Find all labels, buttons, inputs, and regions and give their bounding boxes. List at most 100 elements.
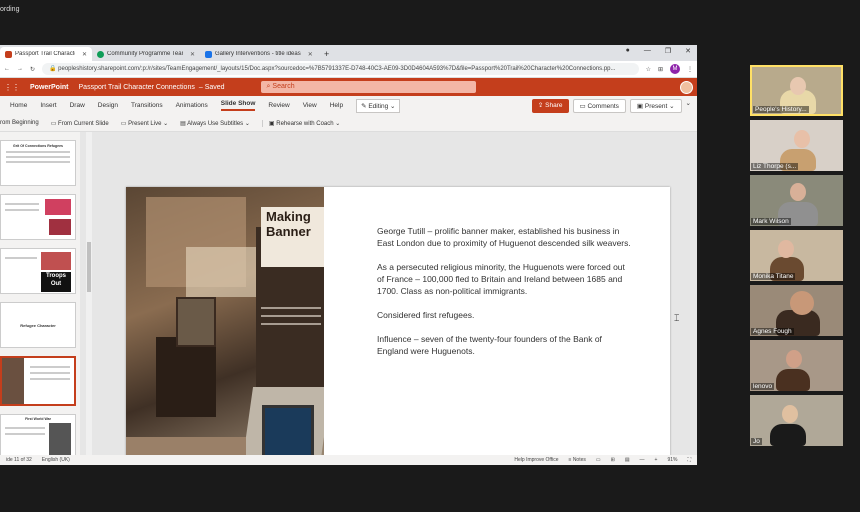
rehearse-with-coach-button[interactable]: ▣ Rehearse with Coach ⌄ <box>261 119 340 127</box>
banner-title: Making Banner <box>266 209 311 239</box>
menu-icon[interactable]: ⋮ <box>687 66 693 73</box>
language[interactable]: English (UK) <box>42 457 70 463</box>
thumbnail-scrollbar[interactable] <box>86 132 92 455</box>
tab-design[interactable]: Design <box>98 102 118 109</box>
minimize-icon[interactable]: — <box>644 47 651 55</box>
app-launcher-icon[interactable]: ⋮⋮ <box>4 83 20 92</box>
help-improve-office[interactable]: Help Improve Office <box>514 457 558 463</box>
user-avatar[interactable] <box>680 80 693 94</box>
extension-icon[interactable]: ⊞ <box>658 66 663 73</box>
present-icon: ▣ <box>636 103 645 110</box>
status-bar: ide 11 of 32 English (UK) Help Improve O… <box>0 455 697 465</box>
browser-tabbar: Passport Trail Character Connec ✕ Commun… <box>0 45 697 61</box>
tab-home[interactable]: Home <box>10 102 27 109</box>
doc-title[interactable]: Passport Trail Character Connections <box>79 84 195 91</box>
record-icon[interactable]: ● <box>626 47 630 55</box>
app-name[interactable]: PowerPoint <box>30 84 69 91</box>
editor-workspace: Grit Of Connections Refugees Troops Out … <box>0 132 697 465</box>
participant-name: Mark Wilson <box>751 218 791 225</box>
tab-transitions[interactable]: Transitions <box>131 102 163 109</box>
editing-mode-button[interactable]: ✎ Editing ⌄ <box>356 98 401 113</box>
slide-thumbnail[interactable]: Troops Out <box>0 248 76 294</box>
search-input[interactable]: ⌕ Search <box>260 81 476 93</box>
browser-tab-2[interactable]: Community Programme Team D ✕ <box>92 47 200 61</box>
slide-thumbnail[interactable]: Refugee Character <box>0 302 76 348</box>
from-current-slide-button[interactable]: ▭ From Current Slide <box>51 120 109 127</box>
notes-button[interactable]: ≡ Notes <box>569 457 586 463</box>
slide-icon: ▭ <box>50 120 59 127</box>
participant-head <box>778 240 794 258</box>
participant-head <box>782 405 798 423</box>
slide-paragraph: As a persecuted religious minority, the … <box>377 262 625 296</box>
tab-label: Community Programme Team D <box>107 51 183 57</box>
tab-help[interactable]: Help <box>330 102 343 109</box>
tab-animations[interactable]: Animations <box>176 102 208 109</box>
share-button[interactable]: ⇪ Share <box>531 99 569 113</box>
sorter-view-icon[interactable]: ⊞ <box>611 457 615 463</box>
slide-thumbnail-selected[interactable] <box>0 356 76 406</box>
participant-name: People's History... <box>753 106 809 113</box>
participant-name: Jo <box>751 438 762 445</box>
close-icon[interactable]: ✕ <box>190 51 195 58</box>
participant-video[interactable]: Liz Thorpe (s... <box>750 120 843 171</box>
participant-head <box>790 291 814 315</box>
tab-insert[interactable]: Insert <box>40 102 56 109</box>
participant-body <box>776 369 810 391</box>
comments-button[interactable]: ▭ Comments <box>572 99 626 113</box>
slide-thumbnail[interactable]: First World War <box>0 414 76 460</box>
from-beginning-button[interactable]: rom Beginning <box>0 120 39 126</box>
reading-view-icon[interactable]: ▤ <box>625 457 630 463</box>
participant-video[interactable]: Monika Titane <box>750 230 843 281</box>
maximize-icon[interactable]: ❐ <box>665 47 671 55</box>
close-window-icon[interactable]: ✕ <box>685 47 691 55</box>
zoom-in-icon[interactable]: + <box>655 457 658 463</box>
tab-label: Passport Trail Character Connec <box>15 51 75 57</box>
close-icon[interactable]: ✕ <box>82 51 87 58</box>
participant-video[interactable]: People's History... <box>750 65 843 116</box>
participant-video[interactable]: Agnes Fough <box>750 285 843 336</box>
present-button[interactable]: ▣ Present ⌄ <box>629 99 682 113</box>
window-controls: ● — ❐ ✕ <box>626 47 691 55</box>
participant-name: Agnes Fough <box>751 328 794 335</box>
forward-icon[interactable]: → <box>17 66 23 72</box>
tab-label: Gallery Interventions - title ideas <box>215 51 301 57</box>
new-tab-button[interactable]: + <box>318 47 335 61</box>
participant-video[interactable]: Mark Wilson <box>750 175 843 226</box>
current-slide[interactable]: Making Banner George Tutill – prolific b… <box>126 187 670 465</box>
profile-avatar[interactable]: M <box>670 64 680 74</box>
ribbon-right-actions: ⇪ Share ▭ Comments ▣ Present ⌄ ⌄ <box>531 99 691 113</box>
tab-draw[interactable]: Draw <box>70 102 85 109</box>
scrollbar-thumb[interactable] <box>87 242 91 292</box>
tab-slide-show[interactable]: Slide Show <box>220 100 256 111</box>
cursor-icon: ⌶ <box>674 313 680 323</box>
banner-photo: Making Banner <box>126 187 324 465</box>
star-icon[interactable]: ☆ <box>646 66 651 73</box>
powerpoint-icon <box>5 50 12 58</box>
tab-review[interactable]: Review <box>268 102 289 109</box>
always-use-subtitles-button[interactable]: ▤ Always Use Subtitles ⌄ <box>180 120 250 127</box>
reload-icon[interactable]: ↻ <box>30 66 35 73</box>
url-input[interactable]: 🔒 peopleshistory.sharepoint.com/:p:/r/si… <box>42 63 639 75</box>
slide-thumbnail[interactable]: Grit Of Connections Refugees <box>0 140 76 186</box>
zoom-out-icon[interactable]: — <box>640 457 645 463</box>
collapse-ribbon-icon[interactable]: ⌄ <box>686 99 691 113</box>
slide-body-text[interactable]: George Tutill – prolific banner maker, e… <box>377 225 632 369</box>
ribbon-tabs: Home Insert Draw Design Transitions Anim… <box>0 96 697 115</box>
participant-head <box>790 77 806 95</box>
browser-tab-3[interactable]: Gallery Interventions - title ideas ✕ <box>200 47 318 61</box>
slide-paragraph: George Tutill – prolific banner maker, e… <box>377 226 631 248</box>
zoom-level[interactable]: 91% <box>667 457 677 463</box>
close-icon[interactable]: ✕ <box>308 51 313 58</box>
tab-view[interactable]: View <box>303 102 317 109</box>
participant-video[interactable]: lenovo <box>750 340 843 391</box>
slide-paragraph: Influence – seven of the twenty-four fou… <box>377 334 602 356</box>
slide-thumbnail[interactable] <box>0 194 76 240</box>
normal-view-icon[interactable]: ▭ <box>596 457 601 463</box>
participant-video[interactable]: Jo <box>750 395 843 446</box>
back-icon[interactable]: ← <box>4 66 10 72</box>
live-icon: ▭ <box>120 120 129 127</box>
browser-tab-1[interactable]: Passport Trail Character Connec ✕ <box>0 47 92 61</box>
participant-head <box>794 130 810 148</box>
present-live-button[interactable]: ▭ Present Live ⌄ <box>121 120 168 127</box>
fit-slide-icon[interactable]: ⛶ <box>687 457 691 463</box>
